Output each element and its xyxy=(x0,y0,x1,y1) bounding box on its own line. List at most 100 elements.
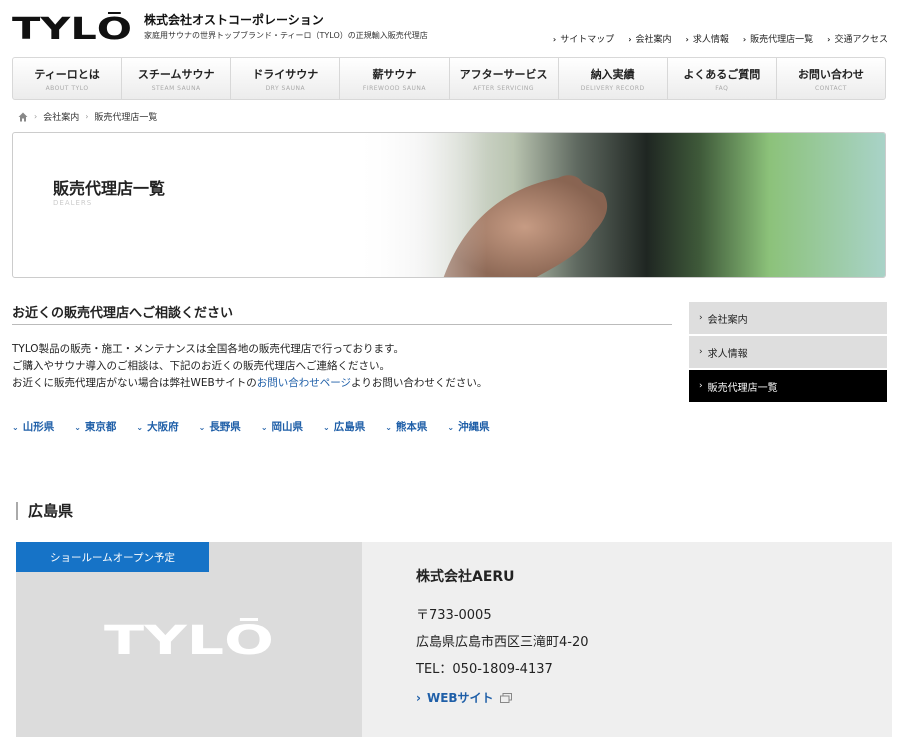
global-nav: ティーロとは ABOUT TYLO スチームサウナ STEAM SAUNA ドライサ… xyxy=(12,57,886,100)
util-link-dealers[interactable]: › 販売代理店一覧 xyxy=(743,32,813,45)
breadcrumb-current: 販売代理店一覧 xyxy=(94,113,158,123)
pref-link-label: 沖縄県 xyxy=(458,421,490,433)
pref-link-label: 熊本県 xyxy=(395,421,428,433)
dealer-postal: 〒733-0005 xyxy=(416,608,492,623)
gnav-item-faq[interactable]: よくあるご質問 FAQ xyxy=(666,58,776,99)
chevron-down-icon: ⌄ xyxy=(74,423,81,432)
pref-link-osaka[interactable]: ⌄ 大阪府 xyxy=(136,419,178,434)
chevron-right-icon: › xyxy=(699,313,703,323)
chevron-right-icon: › xyxy=(699,381,703,391)
breadcrumb-link-company[interactable]: 会社案内 xyxy=(43,110,79,123)
pref-link-okayama[interactable]: ⌄ 岡山県 xyxy=(261,419,303,434)
breadcrumb-separator: › xyxy=(34,112,38,121)
gnav-label: よくあるご質問 xyxy=(683,67,761,81)
chevron-right-icon: › xyxy=(699,347,703,357)
prefecture-nav: ⌄ 山形県 ⌄ 東京都 ⌄ 大阪府 ⌄ 長野県 ⌄ 岡山県 ⌄ 広島県 ⌄ 熊本県 ⌄ 沖縄県 xyxy=(12,419,490,434)
side-item-label: 販売代理店一覧 xyxy=(707,382,778,394)
chevron-down-icon: ⌄ xyxy=(12,423,19,432)
dealer-website-link[interactable]: › WEBサイト xyxy=(416,689,589,706)
page-subtitle: DEALERS xyxy=(53,199,93,207)
site-header: TYLŌ 株式会社オストコーポレーション 家庭用サウナの世界トップブランド・ティ… xyxy=(0,0,908,52)
util-link-label: 求人情報 xyxy=(692,35,729,45)
gnav-sub: DELIVERY RECORD xyxy=(580,84,645,92)
chevron-down-icon: ⌄ xyxy=(260,423,268,432)
tylo-logo[interactable]: TYLŌ xyxy=(12,12,132,42)
dealer-address: 広島県広島市西区三滝町4-20 xyxy=(416,635,589,650)
chevron-down-icon: ⌄ xyxy=(385,423,392,432)
tylo-logo-text: TYLŌ xyxy=(12,12,132,42)
intro-line: ご購入やサウナ導入のご相談は、下記のお近くの販売代理店へご連絡ください。 xyxy=(12,360,390,372)
gnav-item-about[interactable]: ティーロとは ABOUT TYLO xyxy=(13,58,121,99)
pref-link-label: 大阪府 xyxy=(147,421,179,433)
gnav-sub: ABOUT TYLO xyxy=(45,84,89,92)
gnav-label: ティーロとは xyxy=(34,67,100,81)
side-item-recruit[interactable]: › 求人情報 xyxy=(689,336,887,368)
pref-link-okinawa[interactable]: ⌄ 沖縄県 xyxy=(447,419,489,434)
chevron-right-icon: › xyxy=(827,35,831,44)
gnav-sub: STEAM SAUNA xyxy=(151,84,201,92)
utility-nav: › サイトマップ › 会社案内 › 求人情報 › 販売代理店一覧 › 交通アクセス xyxy=(553,32,888,45)
util-link-label: 会社案内 xyxy=(635,35,672,45)
pref-link-kumamoto[interactable]: ⌄ 熊本県 xyxy=(385,419,427,434)
pref-link-label: 岡山県 xyxy=(271,421,304,433)
gnav-sub: CONTACT xyxy=(814,84,847,92)
gnav-item-after-service[interactable]: アフターサービス AFTER SERVICING xyxy=(448,58,558,99)
chevron-right-icon: › xyxy=(416,690,421,705)
gnav-sub: FIREWOOD SAUNA xyxy=(362,84,426,92)
gnav-label: 納入実績 xyxy=(590,67,635,81)
dealer-name: 株式会社AERU xyxy=(416,569,515,585)
company-name: 株式会社オストコーポレーション xyxy=(144,13,324,27)
chevron-right-icon: › xyxy=(742,35,747,44)
side-item-company[interactable]: › 会社案内 xyxy=(689,302,887,334)
pref-link-label: 長野県 xyxy=(209,421,241,433)
dealer-info: 株式会社AERU 〒733-0005 広島県広島市西区三滝町4-20 TEL：0… xyxy=(416,566,589,706)
util-link-sitemap[interactable]: › サイトマップ xyxy=(553,32,614,45)
hero-banner: 販売代理店一覧 DEALERS xyxy=(12,132,886,278)
gnav-item-steam-sauna[interactable]: スチームサウナ STEAM SAUNA xyxy=(121,58,230,99)
util-link-recruit[interactable]: › 求人情報 xyxy=(686,32,729,45)
intro-text-post: よりお問い合わせください。 xyxy=(351,377,488,389)
section-heading: お近くの販売代理店へご相談ください xyxy=(12,306,234,321)
gnav-label: 薪サウナ xyxy=(372,67,417,81)
chevron-down-icon: ⌄ xyxy=(323,423,330,432)
chevron-down-icon: ⌄ xyxy=(136,423,144,432)
pref-link-label: 広島県 xyxy=(333,421,366,433)
side-nav: › 会社案内 › 求人情報 › 販売代理店一覧 xyxy=(689,302,887,404)
gnav-item-dry-sauna[interactable]: ドライサウナ DRY SAUNA xyxy=(230,58,339,99)
region-title: 広島県 xyxy=(16,502,73,520)
gnav-label: スチームサウナ xyxy=(137,67,215,81)
gnav-sub: DRY SAUNA xyxy=(265,84,306,92)
intro-line: お近くに販売代理店がない場合は弊社WEBサイトのお問い合わせページよりお問い合わ… xyxy=(12,375,487,392)
intro-text: TYLO製品の販売・施工・メンテナンスは全国各地の販売代理店で行っております。 … xyxy=(12,341,487,392)
home-icon[interactable] xyxy=(18,112,28,122)
chevron-right-icon: › xyxy=(552,35,557,44)
divider xyxy=(12,324,672,325)
side-item-dealers[interactable]: › 販売代理店一覧 xyxy=(689,370,887,402)
gnav-label: ドライサウナ xyxy=(252,67,319,81)
pref-link-yamagata[interactable]: ⌄ 山形県 xyxy=(12,419,54,434)
showroom-badge: ショールームオープン予定 xyxy=(16,542,209,572)
pref-link-tokyo[interactable]: ⌄ 東京都 xyxy=(74,419,116,434)
util-link-label: 販売代理店一覧 xyxy=(750,35,814,45)
intro-text-pre: お近くに販売代理店がない場合は弊社WEBサイトの xyxy=(12,377,257,389)
gnav-label: アフターサービス xyxy=(459,67,548,81)
breadcrumb-separator: › xyxy=(85,112,89,121)
contact-page-link[interactable]: お問い合わせページ xyxy=(257,377,351,389)
gnav-item-delivery-record[interactable]: 納入実績 DELIVERY RECORD xyxy=(557,58,667,99)
pref-link-label: 山形県 xyxy=(22,421,55,433)
external-link-icon xyxy=(499,692,512,703)
gnav-item-firewood-sauna[interactable]: 薪サウナ FIREWOOD SAUNA xyxy=(339,58,448,99)
breadcrumb: › 会社案内 › 販売代理店一覧 xyxy=(18,110,157,123)
util-link-company[interactable]: › 会社案内 xyxy=(628,32,671,45)
chevron-right-icon: › xyxy=(628,35,632,44)
pref-link-hiroshima[interactable]: ⌄ 広島県 xyxy=(323,419,365,434)
chevron-right-icon: › xyxy=(685,35,689,44)
chevron-down-icon: ⌄ xyxy=(198,423,206,432)
pref-link-nagano[interactable]: ⌄ 長野県 xyxy=(199,419,241,434)
side-item-label: 会社案内 xyxy=(707,314,748,326)
gnav-label: お問い合わせ xyxy=(797,67,864,81)
util-link-label: サイトマップ xyxy=(560,35,615,45)
util-link-access[interactable]: › 交通アクセス xyxy=(827,32,888,45)
hero-photo xyxy=(353,133,885,277)
gnav-item-contact[interactable]: お問い合わせ CONTACT xyxy=(775,58,885,99)
